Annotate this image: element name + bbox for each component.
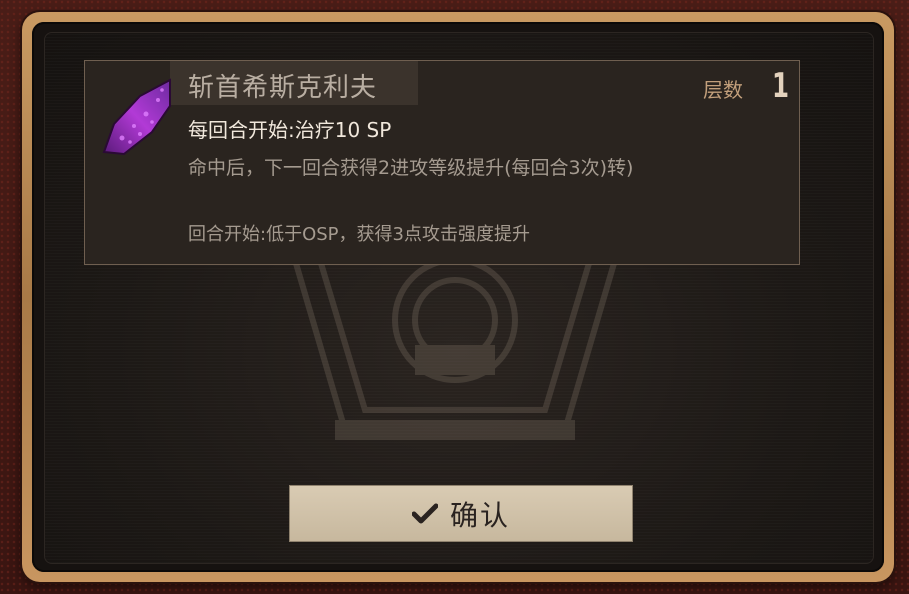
- confirm-button[interactable]: 确认: [289, 485, 633, 542]
- purple-crystal-shard-icon: [100, 76, 172, 160]
- effect-line-turn-start: 回合开始:低于OSP，获得3点攻击强度提升: [188, 224, 530, 245]
- layers-value: 1: [772, 66, 790, 106]
- layers-label: 层数: [703, 78, 743, 102]
- emblem-watermark-icon: [292, 257, 618, 440]
- effect-line-on-hit: 命中后，下一回合获得2进攻等级提升(每回合3次)转): [188, 157, 634, 179]
- checkmark-icon: [411, 503, 438, 523]
- confirm-label: 确认: [449, 498, 510, 532]
- effect-line-heal: 每回合开始:治疗10 SP: [188, 118, 392, 142]
- buff-title: 斩首希斯克利夫: [188, 73, 378, 103]
